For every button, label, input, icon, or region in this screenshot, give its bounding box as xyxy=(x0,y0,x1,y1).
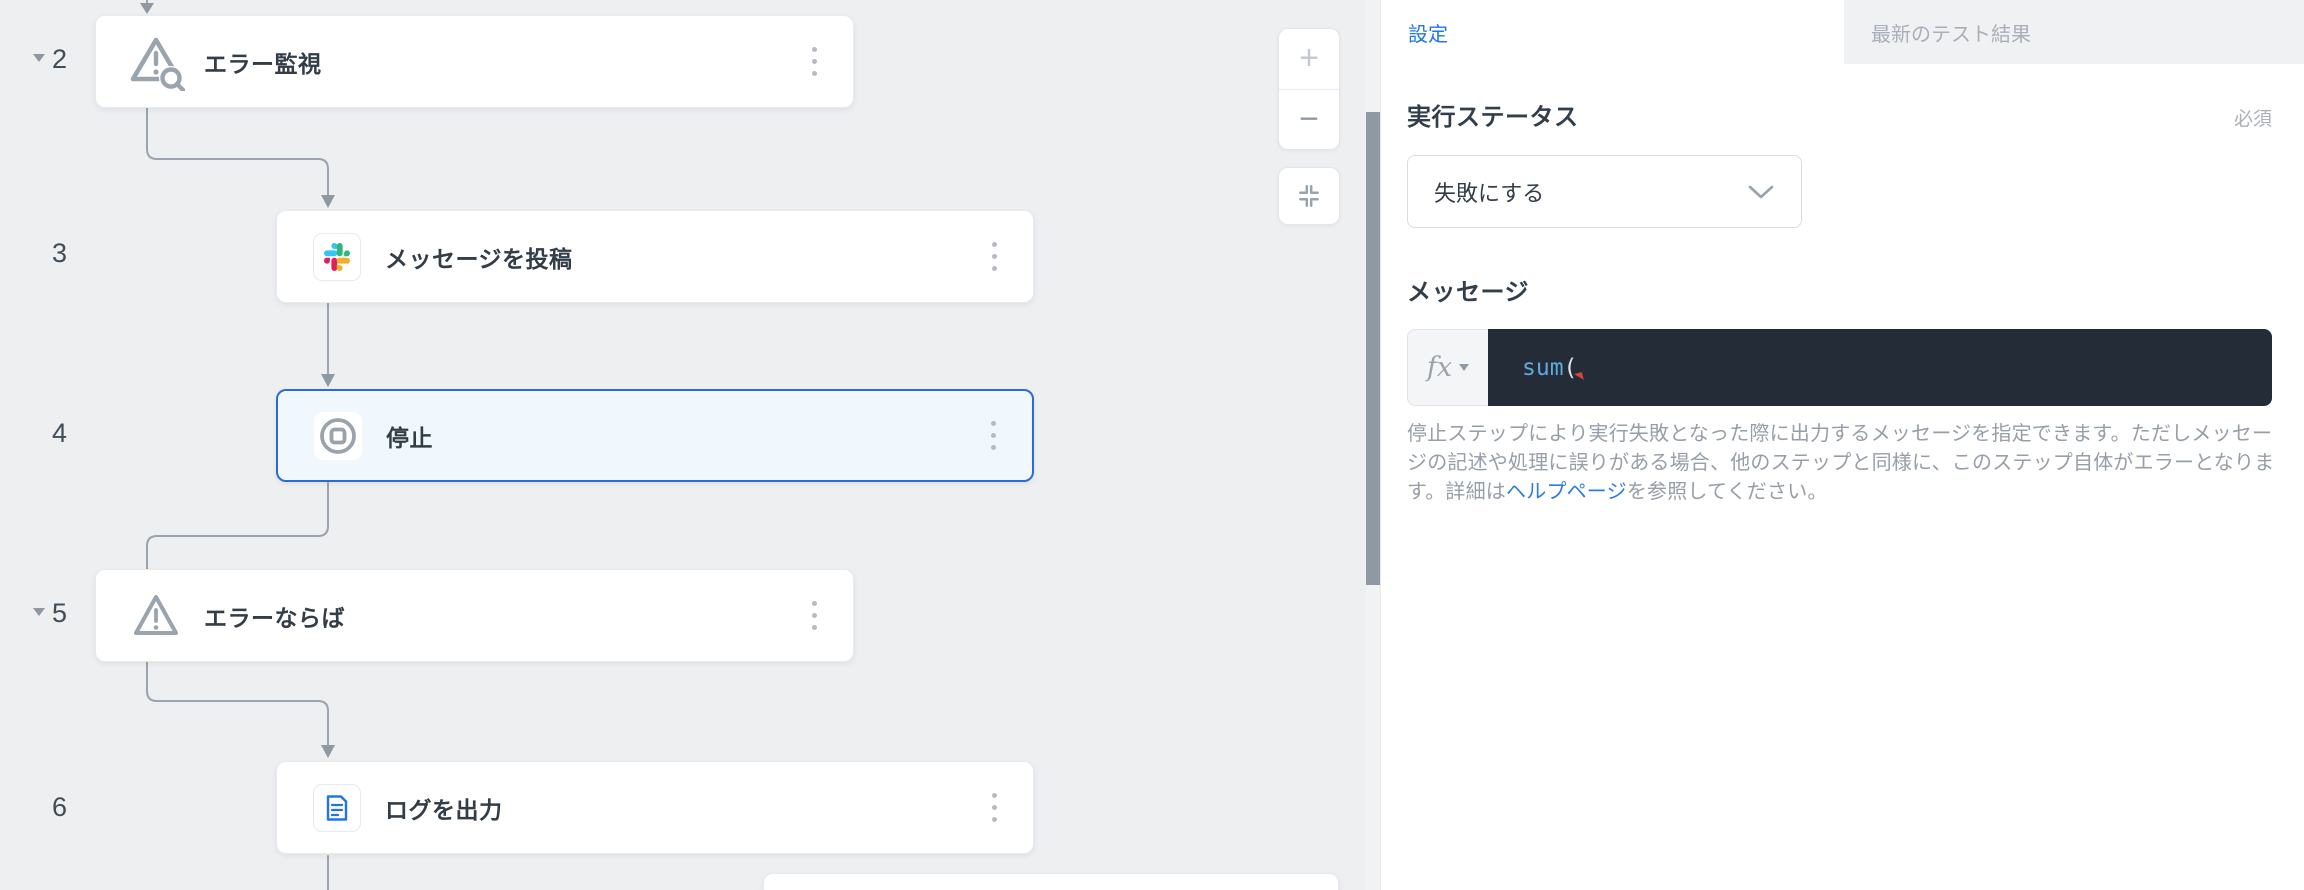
caret-down-icon xyxy=(1459,364,1469,371)
tab-test-result[interactable]: 最新のテスト結果 xyxy=(1844,0,2304,64)
flow-node-post-message[interactable]: メッセージを投稿 xyxy=(276,210,1034,303)
flow-node-error-monitor[interactable]: エラー監視 xyxy=(95,15,854,108)
zoom-out-button[interactable]: − xyxy=(1279,90,1339,150)
panel-tabs: 設定 最新のテスト結果 xyxy=(1381,0,2304,64)
collapse-caret-icon[interactable] xyxy=(33,608,45,616)
formula-editor: fx sum( xyxy=(1407,329,2272,406)
step-number: 3 xyxy=(52,238,67,269)
node-title: メッセージを投稿 xyxy=(385,240,986,274)
error-monitor-icon xyxy=(126,33,186,91)
node-title: エラーならば xyxy=(204,599,806,633)
tab-settings[interactable]: 設定 xyxy=(1381,0,1844,64)
step-number: 5 xyxy=(52,598,67,629)
required-badge: 必須 xyxy=(2234,104,2272,131)
flow-node-partial[interactable] xyxy=(763,873,1339,890)
step-settings-panel: 設定 最新のテスト結果 実行ステータス 必須 失敗にする メッセージ fx xyxy=(1380,0,2304,890)
node-title: 停止 xyxy=(386,419,985,453)
stop-icon xyxy=(314,412,362,460)
document-icon xyxy=(313,784,361,832)
fx-icon: fx xyxy=(1427,352,1452,383)
code-paren: ( xyxy=(1564,355,1578,381)
canvas-scrollbar-thumb[interactable] xyxy=(1366,112,1380,585)
slack-icon xyxy=(313,233,361,281)
status-select[interactable]: 失敗にする xyxy=(1407,155,1802,228)
node-title: エラー監視 xyxy=(204,45,806,79)
help-text: 停止ステップにより実行失敗となった際に出力するメッセージを指定できます。ただしメ… xyxy=(1407,420,2275,507)
zoom-in-button[interactable]: + xyxy=(1279,29,1339,90)
syntax-error-mark-icon xyxy=(1575,372,1585,382)
flow-canvas[interactable]: 2 3 4 5 6 エラー監視 xyxy=(0,0,1380,890)
zoom-controls: + − xyxy=(1278,28,1340,150)
code-function-name: sum xyxy=(1522,355,1564,381)
workflow-editor: 2 3 4 5 6 エラー監視 xyxy=(0,0,2304,890)
fx-dropdown-button[interactable]: fx xyxy=(1407,329,1488,406)
flow-node-output-log[interactable]: ログを出力 xyxy=(276,761,1034,854)
canvas-scrollbar-track[interactable] xyxy=(1366,0,1380,890)
warning-icon xyxy=(126,592,186,640)
flow-node-if-error[interactable]: エラーならば xyxy=(95,569,854,662)
help-page-link[interactable]: ヘルプページ xyxy=(1506,481,1627,503)
collapse-all-button[interactable] xyxy=(1278,167,1340,225)
formula-code-input[interactable]: sum( xyxy=(1488,329,2272,406)
message-field-label: メッセージ xyxy=(1407,272,1529,307)
chevron-down-icon xyxy=(1747,184,1775,200)
node-menu-button[interactable] xyxy=(986,787,1003,828)
collapse-caret-icon[interactable] xyxy=(33,54,45,62)
step-number: 6 xyxy=(52,792,67,823)
status-field-label: 実行ステータス xyxy=(1407,97,1579,132)
node-menu-button[interactable] xyxy=(806,41,823,82)
step-number: 2 xyxy=(52,44,67,75)
flow-node-stop[interactable]: 停止 xyxy=(276,389,1034,482)
node-title: ログを出力 xyxy=(385,791,986,825)
collapse-icon xyxy=(1296,183,1322,209)
status-select-value: 失敗にする xyxy=(1434,176,1544,208)
node-menu-button[interactable] xyxy=(986,236,1003,277)
node-menu-button[interactable] xyxy=(806,595,823,636)
step-number: 4 xyxy=(52,418,67,449)
node-menu-button[interactable] xyxy=(985,415,1002,456)
